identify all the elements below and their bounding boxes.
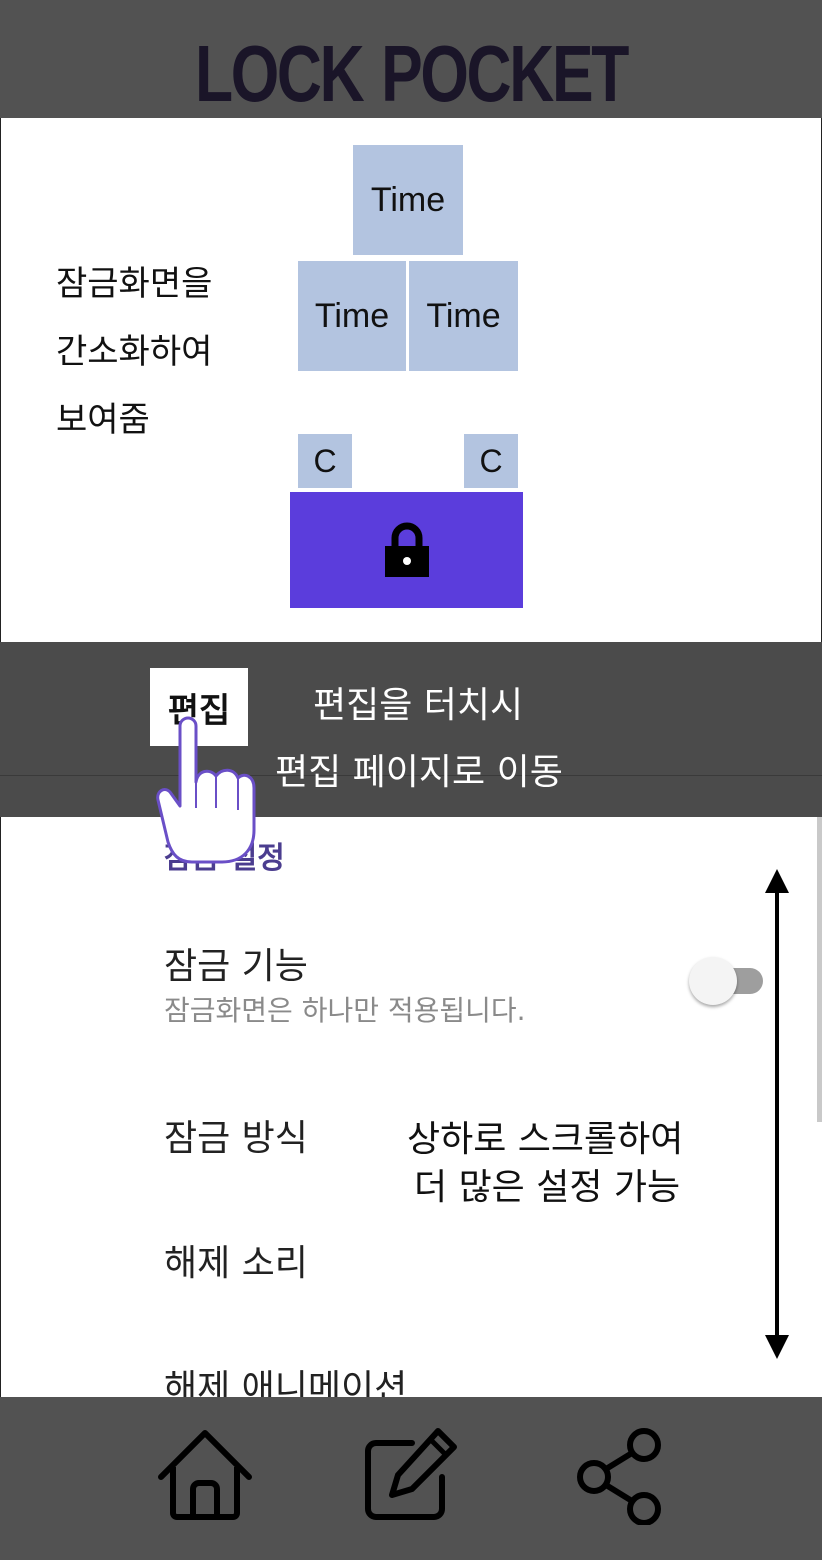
logo-pocket-text: POCKET: [381, 29, 629, 118]
settings-list[interactable]: 잠금 설정 잠금 기능 잠금화면은 하나만 적용됩니다. 잠금 방식 해제 소리…: [0, 817, 822, 1397]
up-down-arrow-icon: [765, 869, 789, 1359]
edit-hint-line-1: 편집을 터치시: [313, 685, 524, 726]
preview-description-line-1: 잠금화면을: [56, 264, 213, 304]
time-widget-top: Time: [353, 145, 463, 255]
setting-subtitle: 잠금화면은 하나만 적용됩니다.: [164, 994, 526, 1027]
edit-hint-line-2: 편집 페이지로 이동: [275, 752, 563, 793]
preview-description-line-2: 간소화하여: [56, 332, 213, 372]
time-widget-right: Time: [409, 261, 518, 371]
setting-title: 잠금 기능: [164, 946, 308, 987]
bottom-nav: [0, 1397, 822, 1560]
scrollbar[interactable]: [817, 817, 822, 1122]
scroll-hint-line-2: 더 많은 설정 가능: [414, 1167, 681, 1208]
hand-pointer-icon: [156, 716, 256, 864]
app-logo: LOCK POCKET: [90, 34, 731, 114]
logo-lock-text: LOCK: [194, 29, 365, 118]
c-widget-right: C: [464, 434, 518, 488]
lock-feature-toggle[interactable]: [689, 957, 763, 1005]
edit-icon[interactable]: [360, 1425, 460, 1525]
app-header: LOCK POCKET: [0, 0, 822, 118]
share-icon[interactable]: [572, 1425, 672, 1525]
preview-description-line-3: 보여줌: [56, 400, 150, 440]
c-widget-left: C: [298, 434, 352, 488]
scroll-hint-line-1: 상하로 스크롤하여: [407, 1119, 684, 1160]
setting-item-unlock-sound[interactable]: 해제 소리: [164, 1234, 308, 1286]
lock-icon: [384, 522, 429, 577]
lockscreen-preview: 잠금화면을 간소화하여 보여줌 Time Time Time C C: [0, 118, 822, 642]
time-widget-left: Time: [298, 261, 406, 371]
toggle-knob: [689, 957, 737, 1005]
home-icon[interactable]: [155, 1425, 255, 1525]
setting-item-unlock-animation[interactable]: 해제 애니메이션: [164, 1359, 407, 1397]
setting-item-lock-method[interactable]: 잠금 방식: [164, 1109, 308, 1161]
lock-panel: [290, 492, 523, 608]
